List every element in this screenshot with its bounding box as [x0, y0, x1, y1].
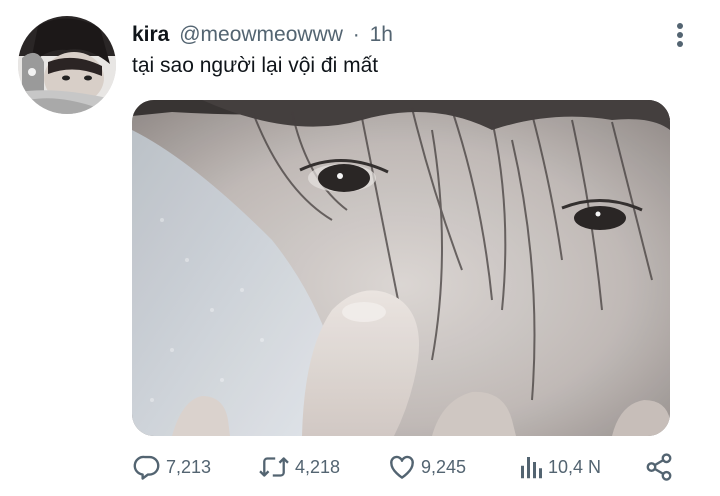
heart-icon: [390, 455, 414, 479]
tweet-actions: 7,213 4,218 9,245 10,4 N: [132, 450, 680, 484]
views-button[interactable]: 10,4 N: [518, 450, 601, 484]
share-button[interactable]: [644, 450, 674, 484]
more-vertical-icon: [677, 23, 683, 47]
tweet-text: tại sao người lại vội đi mất: [132, 54, 379, 77]
media-image: [132, 100, 670, 436]
share-icon: [646, 453, 672, 481]
views-chart-icon: [521, 457, 542, 479]
avatar-image: [18, 16, 116, 114]
tweet-media-photo[interactable]: [132, 100, 670, 436]
reply-icon: [133, 455, 160, 480]
reply-button[interactable]: 7,213: [132, 450, 211, 484]
author-handle[interactable]: @meowmeowww: [179, 23, 343, 46]
retweet-button[interactable]: 4,218: [257, 450, 340, 484]
views-count: 10,4 N: [548, 456, 602, 477]
author-name[interactable]: kira: [132, 23, 169, 46]
header-separator: ·: [352, 23, 360, 46]
retweet-count: 4,218: [295, 456, 341, 477]
more-options-button[interactable]: [668, 20, 692, 50]
tweet: kira @meowmeowww · 1h tại sao người lại …: [0, 0, 720, 496]
tweet-header: kira @meowmeowww · 1h: [132, 22, 393, 48]
reply-count: 7,213: [166, 456, 212, 477]
like-count: 9,245: [421, 456, 467, 477]
retweet-icon: [259, 457, 289, 477]
tweet-timestamp[interactable]: 1h: [370, 23, 393, 46]
avatar[interactable]: [18, 16, 116, 114]
like-button[interactable]: 9,245: [387, 450, 466, 484]
